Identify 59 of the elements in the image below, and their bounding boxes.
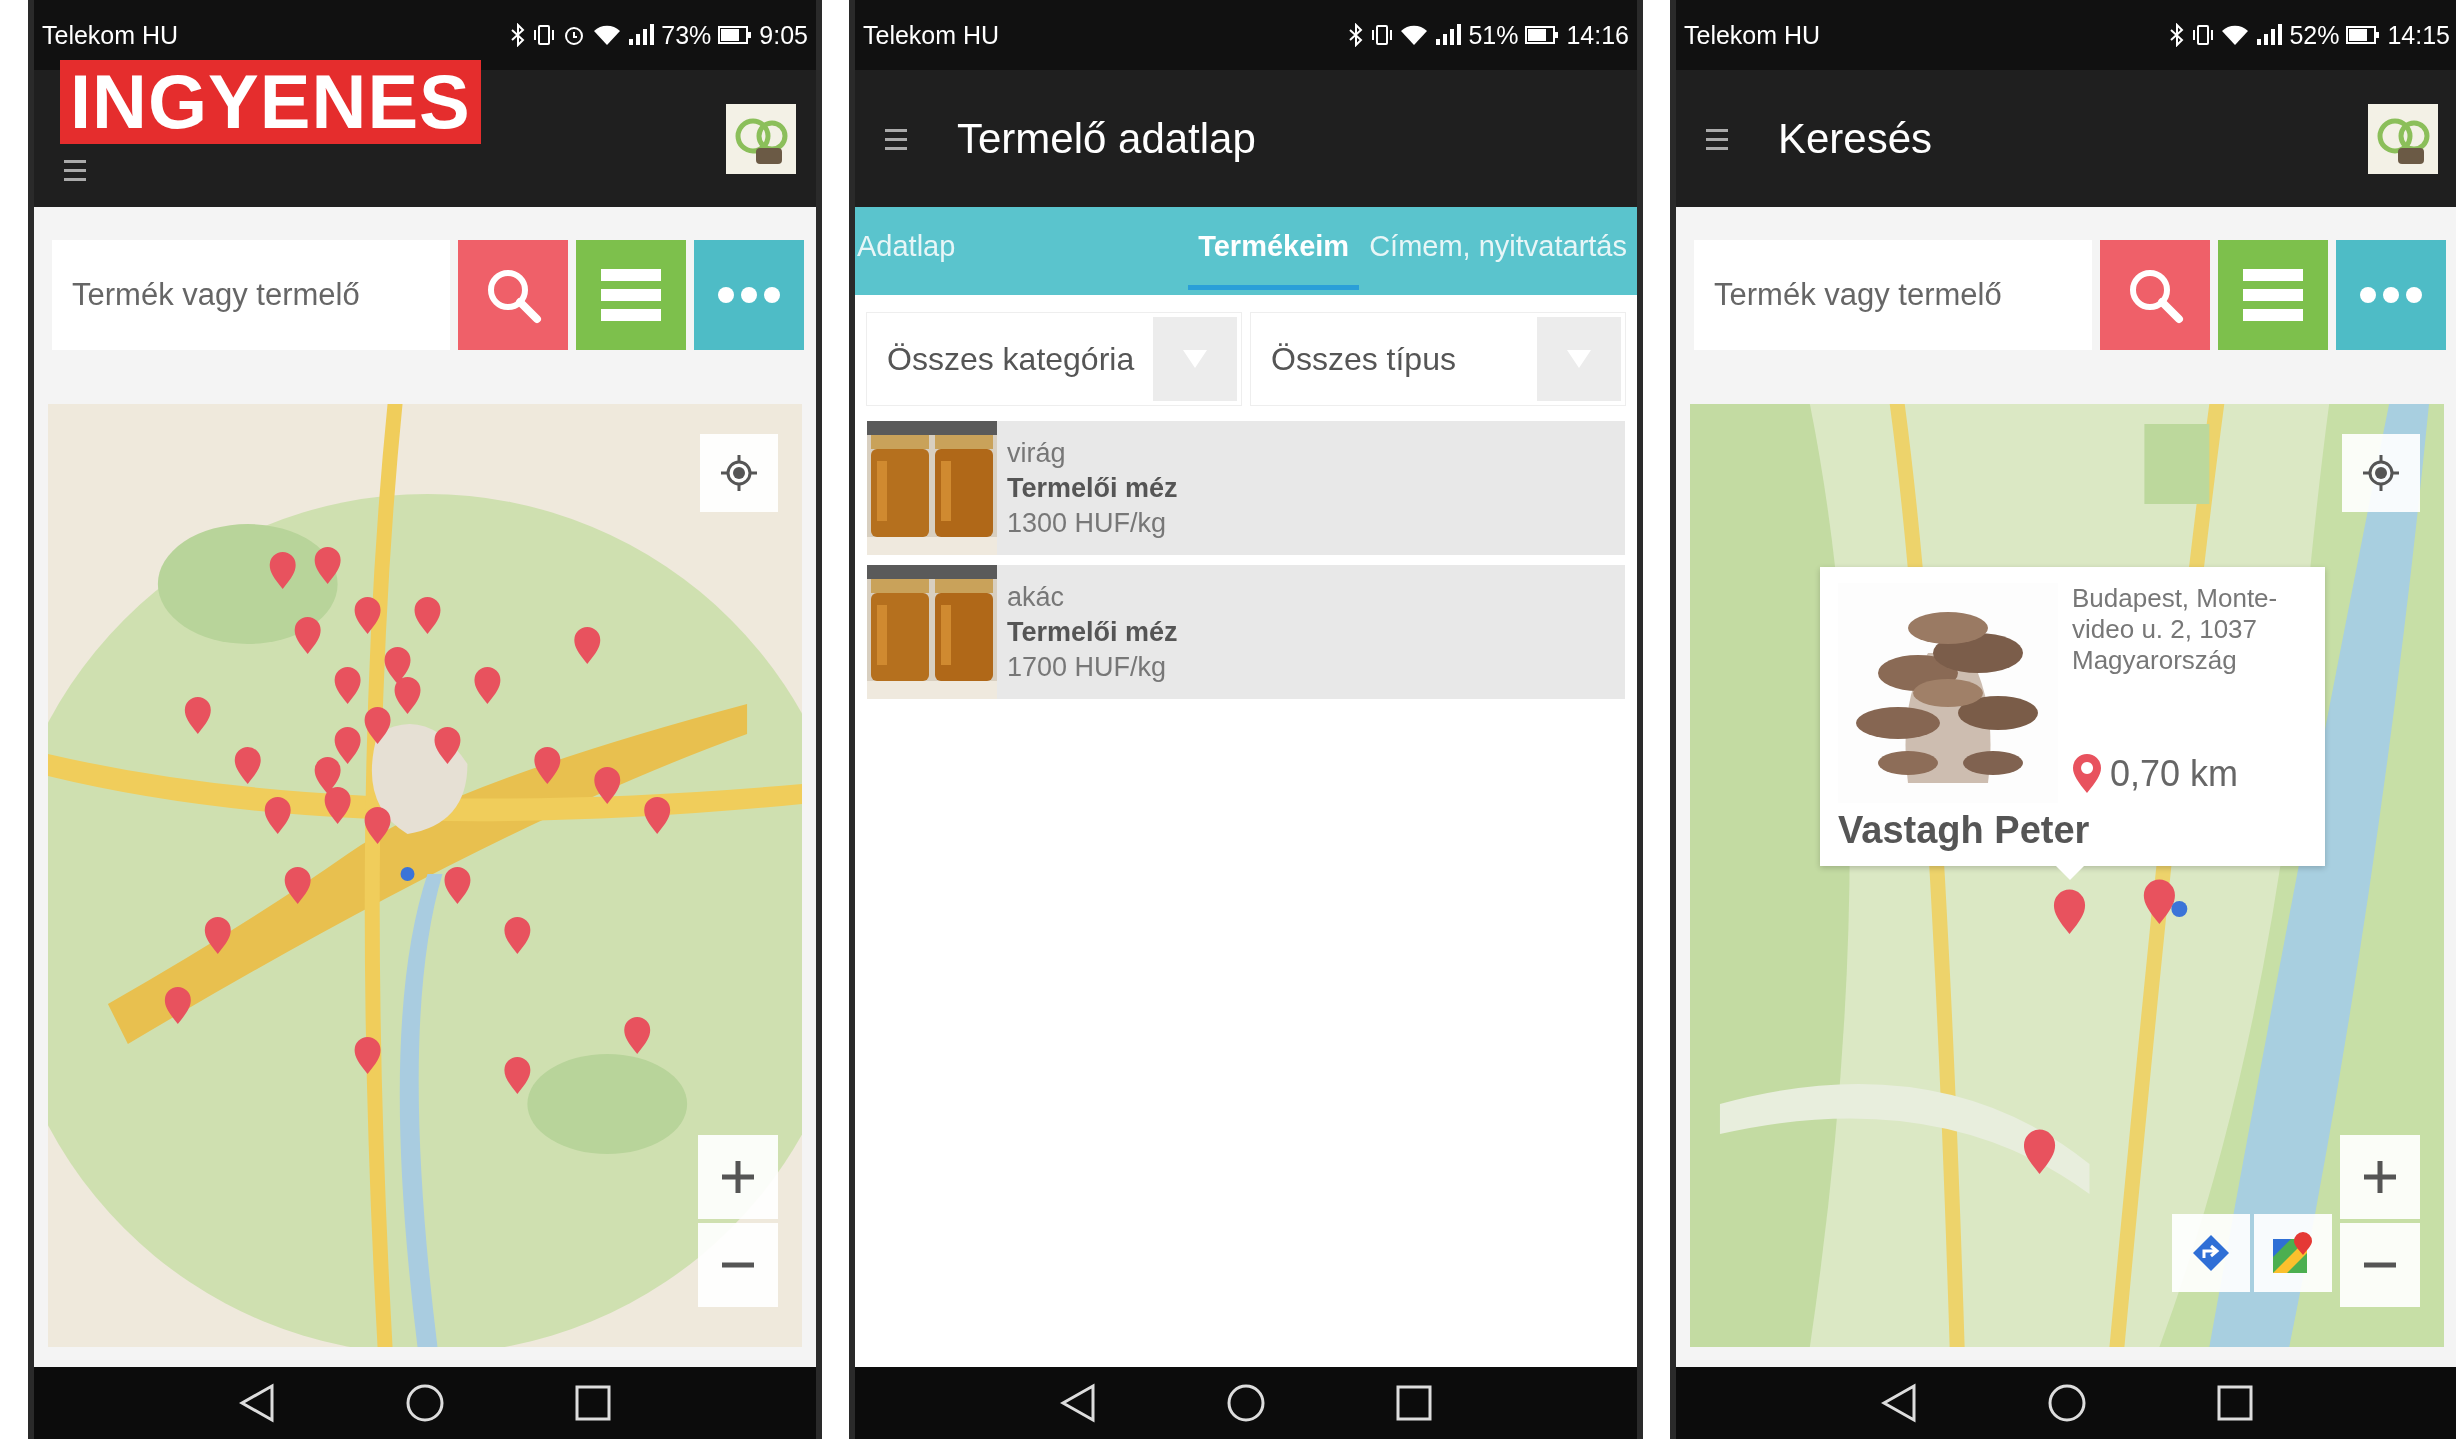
vibrate-icon: [2192, 23, 2215, 47]
app-logo-icon: [2368, 103, 2438, 174]
battery-icon: [1525, 25, 1560, 45]
vibrate-icon: [1371, 23, 1394, 47]
zoom-in-button[interactable]: [698, 1135, 778, 1219]
battery-percent: 52%: [2289, 20, 2340, 50]
battery-icon: [2346, 25, 2381, 45]
bluetooth-icon: [1348, 23, 1365, 47]
back-icon[interactable]: [239, 1383, 275, 1423]
clock-time: 14:15: [2387, 20, 2450, 50]
signal-icon: [628, 23, 655, 47]
battery-percent: 73%: [661, 20, 712, 50]
signal-icon: [2256, 23, 2283, 47]
carrier-name: Telekom HU: [42, 20, 179, 50]
recent-apps-icon[interactable]: [1396, 1385, 1432, 1421]
product-name: Termelői méz: [1007, 472, 1178, 504]
app-logo-icon: [726, 103, 796, 174]
list-icon: [601, 267, 661, 323]
recent-apps-icon[interactable]: [2217, 1385, 2253, 1421]
wifi-icon: [2221, 23, 2250, 47]
more-icon: [717, 286, 781, 304]
product-type: virág: [1007, 437, 1067, 469]
more-icon: [2359, 286, 2423, 304]
free-banner: INGYENES: [60, 60, 481, 144]
product-row[interactable]: akác Termelői méz 1700 HUF/kg: [867, 565, 1625, 699]
carrier-name: Telekom HU: [1684, 20, 1821, 50]
battery-percent: 51%: [1468, 20, 1519, 50]
product-price: 1300 HUF/kg: [1007, 507, 1168, 539]
screen-title: Keresés: [1778, 114, 1933, 163]
screen-title: Termelő adatlap: [957, 114, 1256, 163]
plus-icon: [720, 1159, 756, 1195]
home-icon[interactable]: [405, 1383, 445, 1423]
wifi-icon: [1400, 23, 1429, 47]
bluetooth-icon: [2169, 23, 2186, 47]
list-icon: [2243, 267, 2303, 323]
battery-icon: [718, 25, 753, 45]
location-target-icon: [719, 453, 759, 493]
recent-apps-icon[interactable]: [575, 1385, 611, 1421]
product-price: 1700 HUF/kg: [1007, 651, 1168, 683]
search-field[interactable]: Termék vagy termelő: [52, 240, 450, 350]
home-icon[interactable]: [1226, 1383, 1266, 1423]
bluetooth-icon: [510, 23, 527, 47]
search-button[interactable]: [2100, 240, 2210, 350]
product-type: akác: [1007, 581, 1066, 613]
clock-time: 14:16: [1566, 20, 1629, 50]
back-icon[interactable]: [1881, 1383, 1917, 1423]
vibrate-icon: [533, 23, 556, 47]
product-row[interactable]: virág Termelői méz 1300 HUF/kg: [867, 421, 1625, 555]
home-icon[interactable]: [2047, 1383, 2087, 1423]
signal-icon: [1435, 23, 1462, 47]
minus-icon: [720, 1262, 756, 1268]
wifi-icon: [593, 23, 622, 47]
carrier-name: Telekom HU: [863, 20, 1000, 50]
search-field[interactable]: Termék vagy termelő: [1694, 240, 2092, 350]
my-location-button[interactable]: [700, 434, 778, 512]
back-icon[interactable]: [1060, 1383, 1096, 1423]
product-name: Termelői méz: [1007, 616, 1178, 648]
clock-time: 9:05: [759, 20, 808, 50]
search-button[interactable]: [458, 240, 568, 350]
